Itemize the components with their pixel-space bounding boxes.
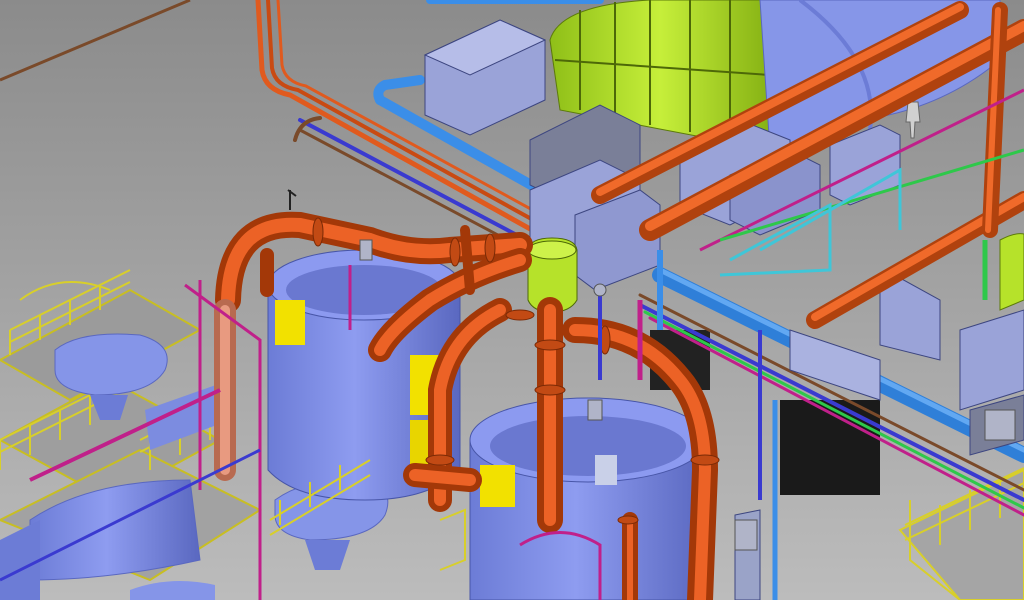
center-process-vessel bbox=[469, 397, 707, 600]
right-edge-green-vessel bbox=[999, 233, 1024, 311]
plant-3d-model-viewport[interactable] bbox=[0, 0, 1024, 600]
